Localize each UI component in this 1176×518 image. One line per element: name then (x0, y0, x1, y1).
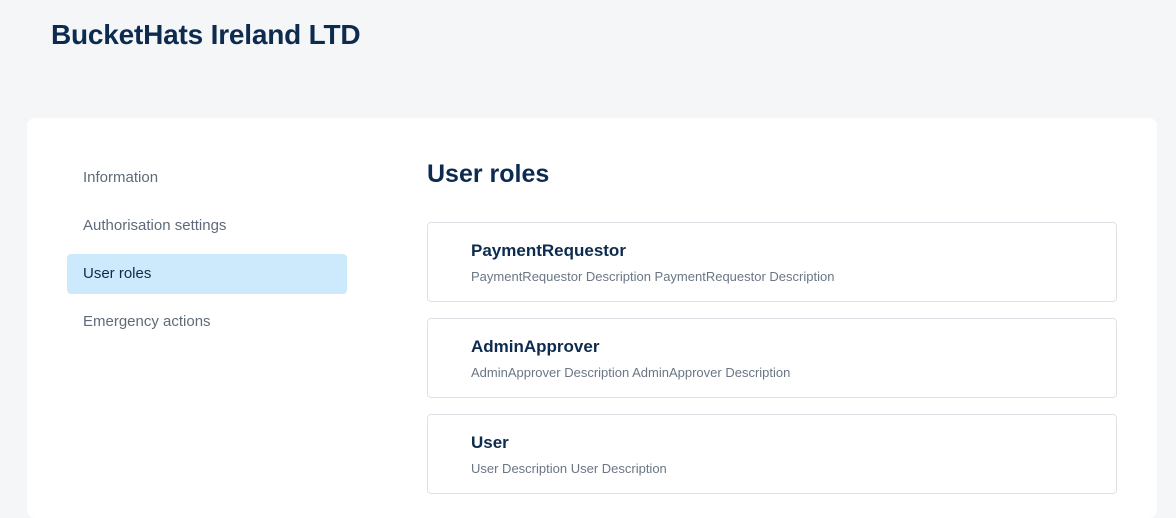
user-roles-section: User roles PaymentRequestor PaymentReque… (427, 158, 1117, 510)
sidebar-nav: Information Authorisation settings User … (67, 158, 347, 350)
role-description: User Description User Description (471, 461, 667, 476)
sidebar-item-authorisation-settings[interactable]: Authorisation settings (67, 206, 347, 246)
sidebar-item-information[interactable]: Information (67, 158, 347, 198)
role-name: AdminApprover (471, 337, 600, 356)
sidebar-item-emergency-actions[interactable]: Emergency actions (67, 302, 347, 342)
role-card-admin-approver[interactable]: AdminApprover AdminApprover Description … (427, 318, 1117, 398)
role-description: PaymentRequestor Description PaymentRequ… (471, 269, 835, 284)
role-description: AdminApprover Description AdminApprover … (471, 365, 791, 380)
role-name: PaymentRequestor (471, 241, 626, 260)
role-name: User (471, 433, 509, 452)
sidebar-item-user-roles[interactable]: User roles (67, 254, 347, 294)
page-header: BucketHats Ireland LTD (51, 18, 361, 52)
role-card-payment-requestor[interactable]: PaymentRequestor PaymentRequestor Descri… (427, 222, 1117, 302)
section-title: User roles (427, 160, 550, 188)
settings-panel: Information Authorisation settings User … (27, 118, 1157, 518)
company-title: BucketHats Ireland LTD (51, 19, 361, 50)
role-card-user[interactable]: User User Description User Description (427, 414, 1117, 494)
